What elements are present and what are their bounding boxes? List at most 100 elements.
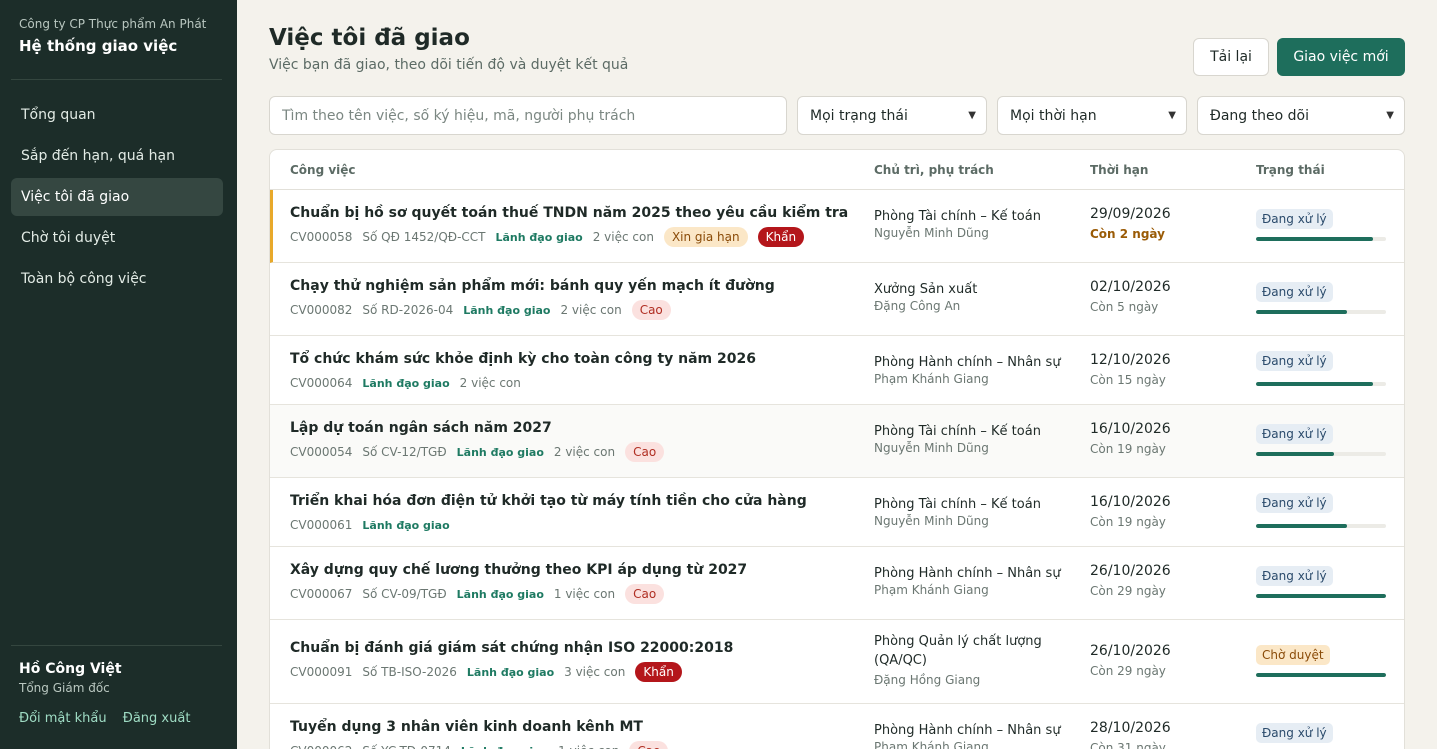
deadline-date: 16/10/2026 — [1090, 494, 1171, 510]
days-remaining: Còn 19 ngày — [1090, 442, 1166, 456]
sidebar-item-all-tasks[interactable]: Toàn bộ công việc — [11, 260, 223, 298]
company-name: Công ty CP Thực phẩm An Phát — [19, 17, 207, 31]
owner-department: Phòng Tài chính – Kế toán — [874, 209, 1041, 224]
progress-bar-fill — [1256, 310, 1347, 314]
task-title[interactable]: Chuẩn bị hồ sơ quyết toán thuế TNDN năm … — [290, 205, 848, 221]
deadline-filter-select[interactable]: Mọi thời hạn ▼ — [997, 96, 1187, 135]
column-header-owner: Chủ trì, phụ trách — [874, 163, 994, 177]
brand: Công ty CP Thực phẩm An Phát Hệ thống gi… — [0, 0, 237, 55]
table-row[interactable]: Chuẩn bị hồ sơ quyết toán thuế TNDN năm … — [270, 190, 1404, 263]
task-code: CV000054 — [290, 445, 353, 459]
sidebar-divider-bottom — [11, 645, 222, 646]
urgent-tag: Khẩn — [635, 662, 682, 682]
progress-bar-fill — [1256, 524, 1347, 528]
task-meta: CV000064 Lãnh đạo giao 2 việc con — [290, 372, 531, 394]
table-row[interactable]: Chạy thử nghiệm sản phẩm mới: bánh quy y… — [270, 263, 1404, 336]
task-title[interactable]: Lập dự toán ngân sách năm 2027 — [290, 420, 552, 436]
owner-person: Đặng Hồng Giang — [874, 673, 981, 687]
table-row[interactable]: Tổ chức khám sức khỏe định kỳ cho toàn c… — [270, 336, 1404, 405]
change-password-link[interactable]: Đổi mật khẩu — [19, 711, 107, 726]
days-remaining: Còn 15 ngày — [1090, 373, 1166, 387]
progress-bar-fill — [1256, 452, 1334, 456]
subtask-count: 2 việc con — [592, 230, 654, 244]
subtask-count: 2 việc con — [459, 376, 521, 390]
owner-person: Phạm Khánh Giang — [874, 583, 989, 597]
sidebar-item-overview[interactable]: Tổng quan — [11, 96, 223, 134]
task-meta: CV000082 Số RD-2026-04 Lãnh đạo giao 2 việc… — [290, 299, 681, 321]
owner-department: Phòng Hành chính – Nhân sự — [874, 566, 1061, 581]
status-badge: Đang xử lý — [1256, 493, 1333, 513]
task-code: CV000061 — [290, 518, 353, 532]
reload-button[interactable]: Tải lại — [1193, 38, 1269, 76]
priority-high-tag: Cao — [631, 300, 671, 320]
sidebar-nav: Tổng quan Sắp đến hạn, quá hạn Việc tôi … — [11, 96, 223, 301]
extension-request-tag: Xin gia hạn — [663, 227, 748, 247]
owner-department: Xưởng Sản xuất — [874, 282, 978, 297]
new-task-button[interactable]: Giao việc mới — [1277, 38, 1405, 76]
deadline-date: 28/10/2026 — [1090, 720, 1171, 736]
sidebar-item-awaiting-approval[interactable]: Chờ tôi duyệt — [11, 219, 223, 257]
sidebar-item-assigned-by-me[interactable]: Việc tôi đã giao — [11, 178, 223, 216]
task-title[interactable]: Xây dựng quy chế lương thưởng theo KPI á… — [290, 562, 747, 578]
owner-department: Phòng Quản lý chất lượng (QA/QC) — [874, 634, 1042, 668]
task-code: CV000082 — [290, 303, 353, 317]
progress-bar-fill — [1256, 673, 1386, 677]
logout-link[interactable]: Đăng xuất — [123, 711, 191, 726]
table-row[interactable]: Chuẩn bị đánh giá giám sát chứng nhận IS… — [270, 620, 1404, 704]
owner-department: Phòng Tài chính – Kế toán — [874, 497, 1041, 512]
task-doc-number: Số RD-2026-04 — [362, 303, 454, 317]
table-row[interactable]: Tuyển dụng 3 nhân viên kinh doanh kênh M… — [270, 704, 1404, 749]
owner-person: Nguyễn Minh Dũng — [874, 514, 989, 528]
subtask-count: 2 việc con — [560, 303, 622, 317]
progress-bar — [1256, 382, 1386, 386]
table-row[interactable]: Lập dự toán ngân sách năm 2027 CV000054 Số… — [270, 405, 1404, 478]
table-header: Công việc Chủ trì, phụ trách Thời hạn Tr… — [270, 150, 1404, 190]
column-header-deadline: Thời hạn — [1090, 163, 1149, 177]
owner-department: Phòng Hành chính – Nhân sự — [874, 355, 1061, 370]
task-title[interactable]: Chuẩn bị đánh giá giám sát chứng nhận IS… — [290, 640, 733, 656]
task-code: CV000091 — [290, 665, 353, 679]
progress-bar — [1256, 310, 1386, 314]
deadline-date: 29/09/2026 — [1090, 206, 1171, 222]
user-role: Tổng Giám đốc — [19, 681, 110, 695]
progress-bar — [1256, 237, 1386, 241]
user-name: Hồ Công Việt — [19, 661, 122, 677]
search-input[interactable] — [269, 96, 787, 135]
user-info: Hồ Công Việt Tổng Giám đốc — [19, 661, 122, 695]
deadline-date: 12/10/2026 — [1090, 352, 1171, 368]
chevron-down-icon: ▼ — [968, 110, 976, 121]
sidebar: Công ty CP Thực phẩm An Phát Hệ thống gi… — [0, 0, 237, 749]
deadline-date: 26/10/2026 — [1090, 643, 1171, 659]
deadline-date: 02/10/2026 — [1090, 279, 1171, 295]
status-badge: Đang xử lý — [1256, 424, 1333, 444]
task-title[interactable]: Triển khai hóa đơn điện tử khởi tạo từ m… — [290, 493, 807, 509]
page-subtitle: Việc bạn đã giao, theo dõi tiến độ và du… — [269, 57, 629, 73]
owner-person: Phạm Khánh Giang — [874, 372, 989, 386]
task-doc-number: Số CV-12/TGĐ — [362, 445, 447, 459]
days-remaining: Còn 29 ngày — [1090, 584, 1166, 598]
days-remaining: Còn 19 ngày — [1090, 515, 1166, 529]
owner-person: Phạm Khánh Giang — [874, 740, 989, 749]
task-code: CV000058 — [290, 230, 353, 244]
status-filter-select[interactable]: Mọi trạng thái ▼ — [797, 96, 987, 135]
task-code: CV000067 — [290, 587, 353, 601]
sidebar-divider — [11, 79, 222, 80]
owner-department: Phòng Hành chính – Nhân sự — [874, 723, 1061, 738]
task-code: CV000064 — [290, 376, 353, 390]
owner-person: Nguyễn Minh Dũng — [874, 226, 989, 240]
sidebar-item-due-soon[interactable]: Sắp đến hạn, quá hạn — [11, 137, 223, 175]
column-header-task: Công việc — [290, 163, 356, 177]
status-badge: Đang xử lý — [1256, 723, 1333, 743]
owner-person: Nguyễn Minh Dũng — [874, 441, 989, 455]
task-title[interactable]: Tổ chức khám sức khỏe định kỳ cho toàn c… — [290, 351, 756, 367]
task-title[interactable]: Tuyển dụng 3 nhân viên kinh doanh kênh M… — [290, 719, 643, 735]
task-doc-number: Số CV-09/TGĐ — [362, 587, 447, 601]
table-row[interactable]: Xây dựng quy chế lương thưởng theo KPI á… — [270, 547, 1404, 620]
table-row[interactable]: Triển khai hóa đơn điện tử khởi tạo từ m… — [270, 478, 1404, 547]
assigned-by-leader-label: Lãnh đạo giao — [466, 665, 555, 679]
status-badge: Chờ duyệt — [1256, 645, 1330, 665]
tracking-filter-select[interactable]: Đang theo dõi ▼ — [1197, 96, 1405, 135]
days-remaining: Còn 2 ngày — [1090, 227, 1165, 241]
assigned-by-leader-label: Lãnh đạo giao — [456, 587, 544, 601]
task-title[interactable]: Chạy thử nghiệm sản phẩm mới: bánh quy y… — [290, 278, 775, 294]
